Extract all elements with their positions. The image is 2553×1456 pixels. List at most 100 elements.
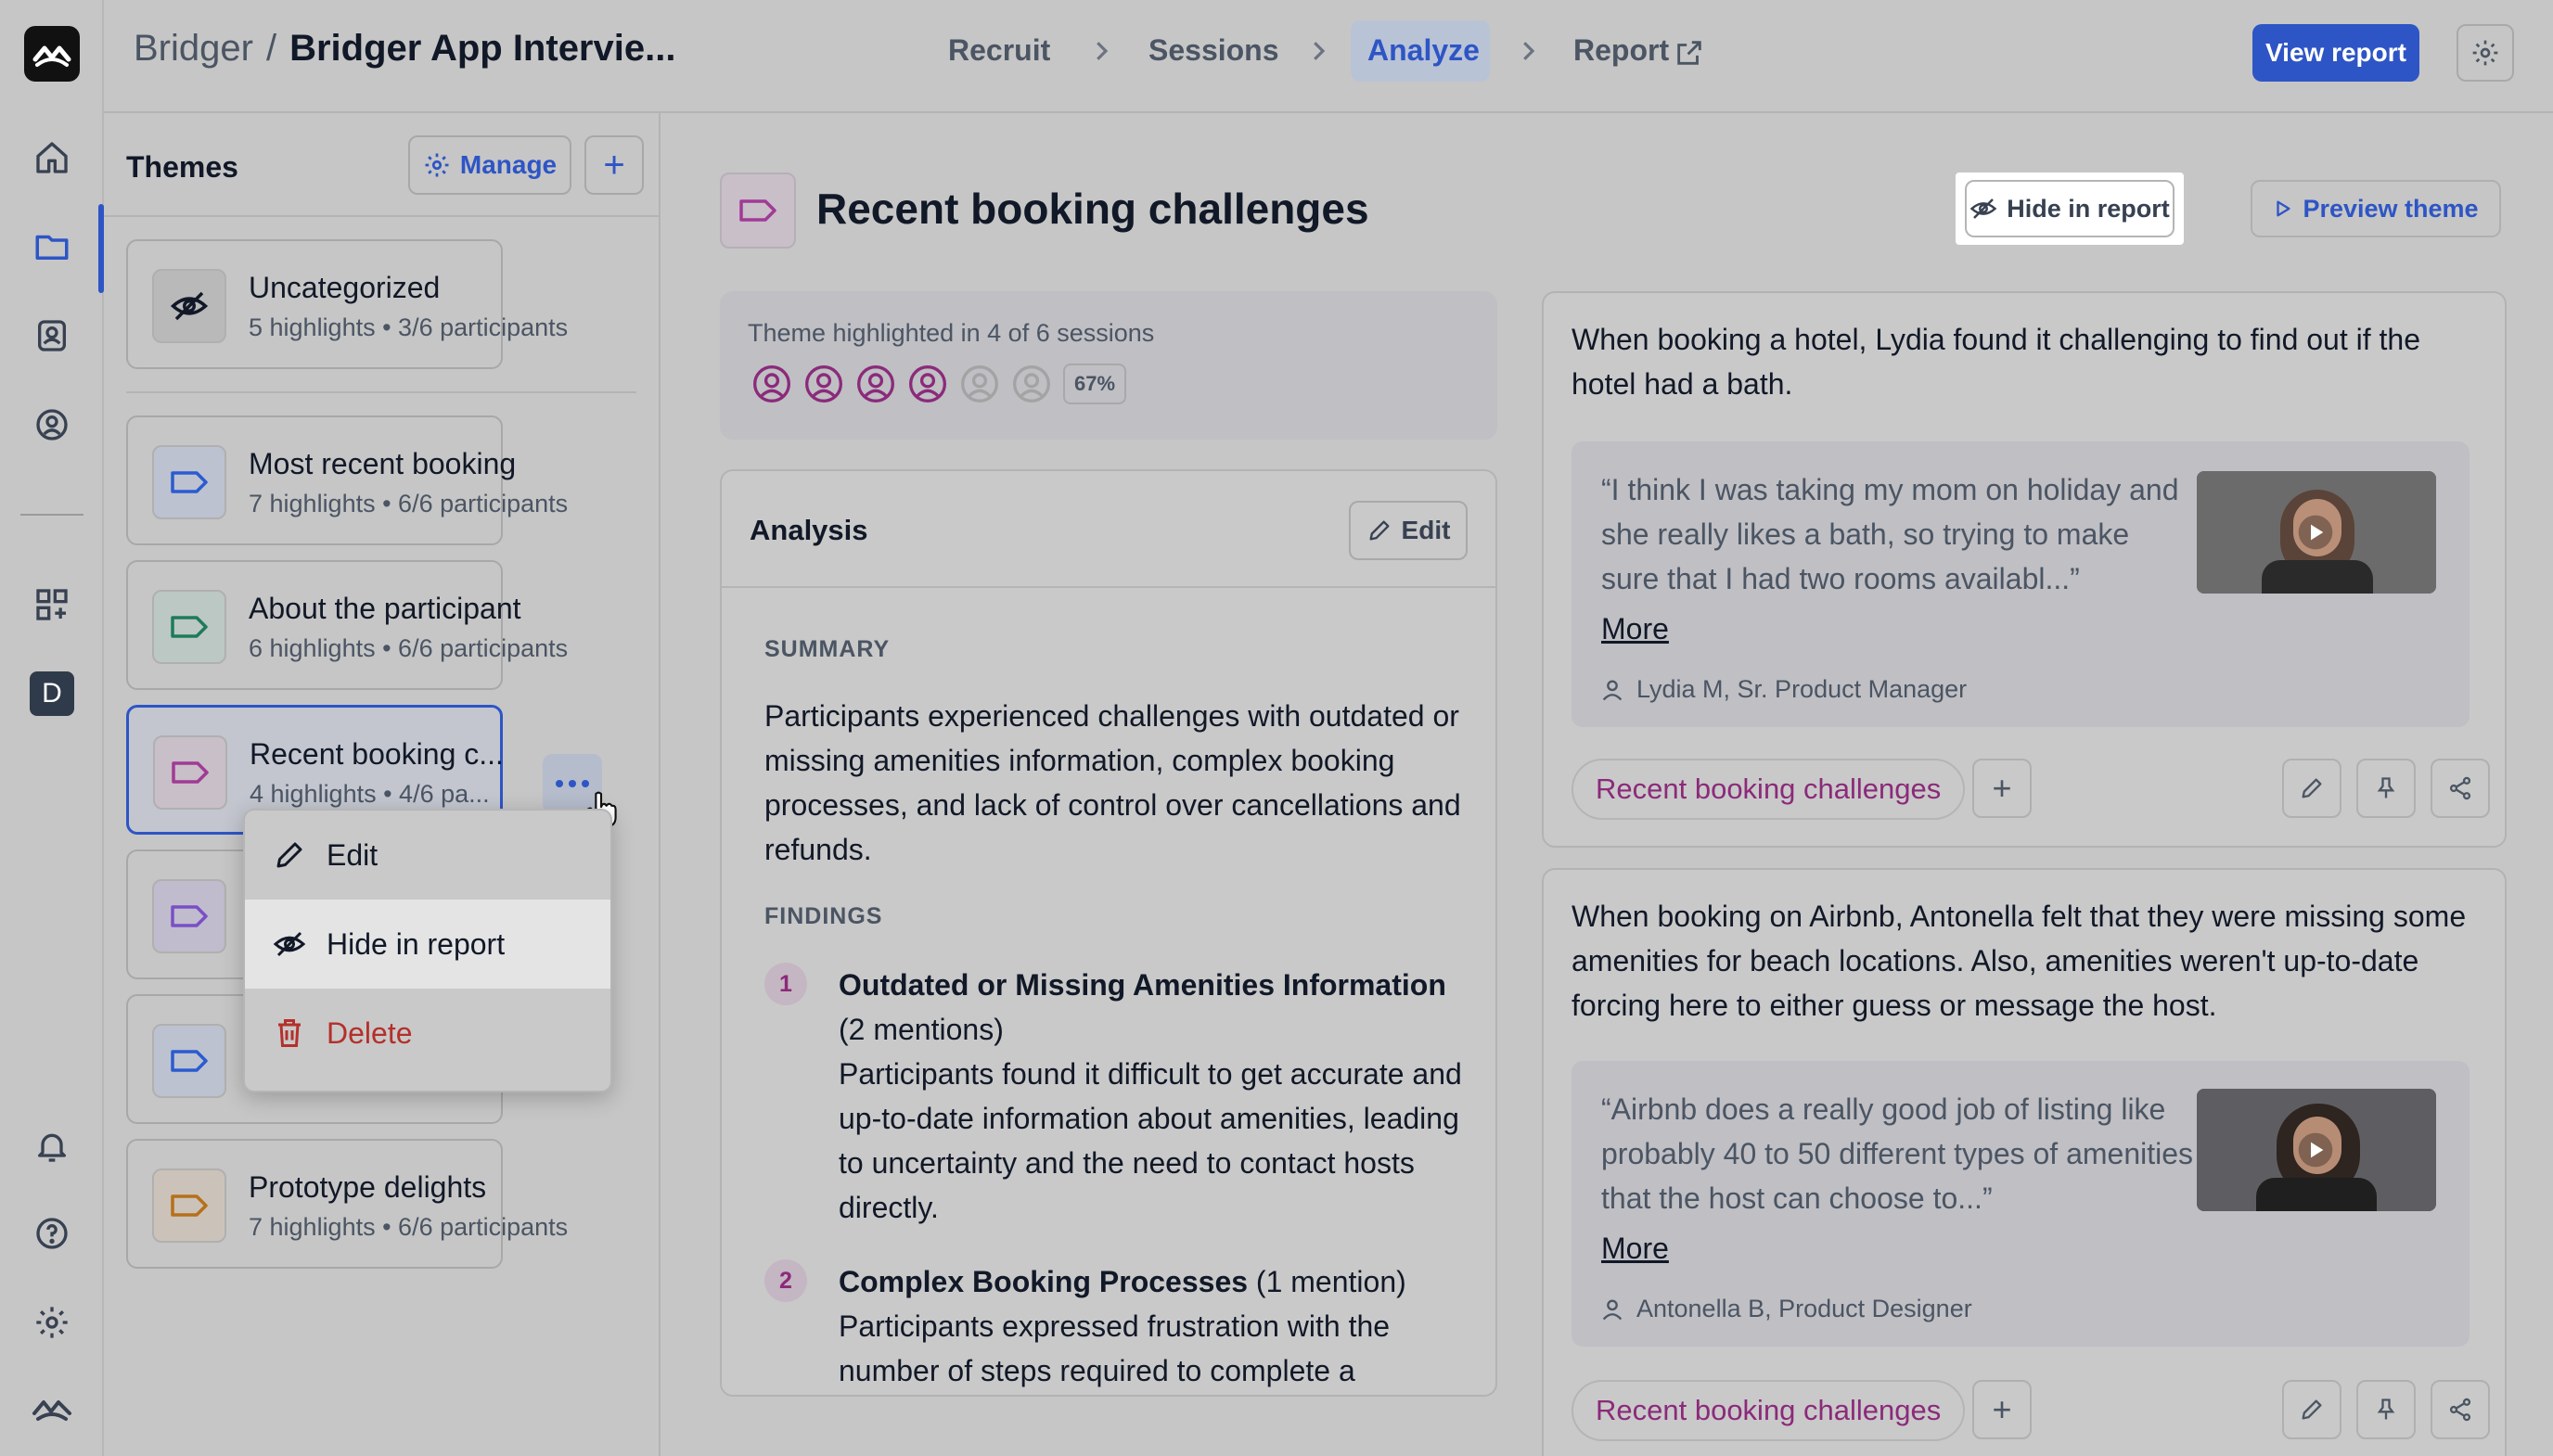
add-tag-button[interactable]: + [1972, 1380, 2032, 1439]
theme-context-menu: Edit Hide in report Delete [243, 809, 612, 1092]
video-thumbnail[interactable] [2197, 1089, 2436, 1211]
edit-label: Edit [1401, 516, 1451, 544]
hide-in-report-button[interactable]: Hide in report [1965, 180, 2175, 237]
highlight-summary: When booking a hotel, Lydia found it cha… [1572, 323, 2420, 401]
menu-item-label: Hide in report [327, 926, 506, 961]
theme-meta: 7 highlights • 6/6 participants [249, 490, 569, 517]
findings-heading: FINDINGS [764, 903, 883, 929]
person-body [2262, 560, 2373, 594]
home-icon[interactable] [22, 128, 82, 187]
more-link[interactable]: More [1601, 612, 1669, 646]
menu-item-hide-in-report[interactable]: Hide in report [245, 900, 610, 989]
chevron-right-icon [1314, 42, 1326, 60]
logo-icon[interactable] [22, 24, 82, 83]
preview-label: Preview theme [2303, 194, 2479, 223]
theme-card-most-recent-booking[interactable]: Most recent booking 7 highlights • 6/6 p… [126, 415, 568, 545]
help-icon[interactable] [22, 1204, 82, 1263]
apps-icon[interactable] [22, 575, 82, 634]
gear-icon[interactable] [22, 1293, 82, 1352]
themes-sidebar: Themes Manage + Uncategorized 5 highligh… [104, 113, 661, 1456]
highlight-summary: When booking on Airbnb, Antonella felt t… [1572, 900, 2467, 1022]
share-icon [2449, 1398, 2471, 1422]
edit-highlight-button[interactable] [2282, 759, 2341, 818]
share-button[interactable] [2431, 1380, 2490, 1439]
finding-title: Complex Booking Processes [839, 1265, 1249, 1298]
finding-number: 1 [764, 963, 807, 1005]
pencil-icon [2302, 1399, 2322, 1420]
bell-icon[interactable] [22, 1117, 82, 1176]
highlight-card: When booking on Airbnb, Antonella felt t… [1542, 868, 2507, 1456]
menu-item-delete[interactable]: Delete [245, 989, 610, 1078]
theme-title: Recent booking challenges [816, 185, 1369, 233]
pin-button[interactable] [2356, 1380, 2416, 1439]
chevron-right-icon [1097, 42, 1109, 60]
settings-button[interactable] [2457, 24, 2514, 82]
play-icon [2277, 200, 2291, 217]
brand-icon[interactable] [22, 1378, 82, 1437]
contacts-icon[interactable] [22, 306, 82, 365]
share-icon [2449, 776, 2471, 800]
sessions-text: Theme highlighted in 4 of 6 sessions [748, 319, 1155, 347]
menu-item-label: Edit [327, 837, 378, 872]
folder-icon[interactable] [22, 217, 82, 276]
participant-name: Lydia M, Sr. Product Manager [1636, 675, 1968, 703]
add-theme-button[interactable]: + [584, 135, 644, 195]
preview-theme-button[interactable]: Preview theme [2251, 180, 2501, 237]
pin-button[interactable] [2356, 759, 2416, 818]
app-rail: D [0, 0, 104, 1456]
divider [722, 586, 1495, 588]
tag-icon [152, 879, 226, 953]
participant-avatars: 67% [751, 364, 1127, 404]
participant-icon [961, 365, 998, 402]
tag-icon [152, 590, 226, 664]
breadcrumb-project[interactable]: Bridger [134, 28, 253, 69]
ellipsis-icon [556, 780, 589, 787]
manage-button[interactable]: Manage [408, 135, 571, 195]
more-link[interactable]: More [1601, 1232, 1669, 1266]
theme-card-about-the-participant[interactable]: About the participant 6 highlights • 6/6… [126, 560, 568, 690]
theme-name: Recent booking c... [250, 737, 504, 771]
theme-name: Most recent booking [249, 447, 517, 480]
step-sessions[interactable]: Sessions [1148, 33, 1279, 68]
eye-off-icon [152, 269, 226, 343]
view-report-button[interactable]: View report [2252, 24, 2419, 82]
finding-1: Outdated or Missing Amenities Informatio… [839, 963, 1479, 1230]
menu-item-edit[interactable]: Edit [245, 811, 610, 900]
play-icon [2298, 515, 2333, 550]
pencil-icon [276, 842, 302, 868]
quote-text: “I think I was taking my mom on holiday … [1601, 473, 2179, 595]
chevron-right-icon [1523, 42, 1535, 60]
participant-info: Lydia M, Sr. Product Manager [1599, 675, 1967, 704]
add-tag-button[interactable]: + [1972, 759, 2032, 818]
pin-icon [2377, 777, 2395, 798]
participant-icon [753, 365, 790, 402]
user-settings-icon[interactable] [22, 395, 82, 454]
edit-highlight-button[interactable] [2282, 1380, 2341, 1439]
analysis-edit-button[interactable]: Edit [1349, 501, 1468, 560]
video-thumbnail[interactable] [2197, 471, 2436, 594]
theme-tag[interactable]: Recent booking challenges [1572, 1380, 1966, 1441]
manage-label: Manage [459, 150, 558, 179]
theme-meta: 6 highlights • 6/6 participants [249, 634, 569, 662]
step-recruit[interactable]: Recruit [948, 33, 1050, 68]
participant-icon [1013, 365, 1050, 402]
step-report[interactable]: Report [1573, 33, 1669, 68]
participant-icon [909, 365, 946, 402]
theme-detail: Recent booking challenges Hide in report… [661, 113, 2553, 1456]
tag-icon [153, 735, 227, 810]
share-button[interactable] [2431, 759, 2490, 818]
step-analyze[interactable]: Analyze [1367, 33, 1480, 68]
workspace-avatar[interactable]: D [22, 664, 82, 723]
breadcrumb-study[interactable]: Bridger App Intervie... [289, 28, 675, 69]
theme-meta: 5 highlights • 3/6 participants [249, 313, 569, 341]
participant-name: Antonella B, Product Designer [1636, 1295, 1972, 1322]
pencil-icon [2302, 778, 2322, 798]
breadcrumb: Bridger / Bridger App Intervie... [134, 28, 675, 70]
theme-name: Uncategorized [249, 271, 441, 304]
theme-card-uncategorized[interactable]: Uncategorized 5 highlights • 3/6 partici… [126, 239, 568, 369]
participant-info: Antonella B, Product Designer [1599, 1295, 1972, 1323]
theme-tag[interactable]: Recent booking challenges [1572, 759, 1966, 820]
theme-card-prototype-delights[interactable]: Prototype delights 7 highlights • 6/6 pa… [126, 1139, 568, 1269]
analysis-title: Analysis [750, 514, 868, 546]
external-link-icon[interactable] [1674, 37, 1705, 69]
